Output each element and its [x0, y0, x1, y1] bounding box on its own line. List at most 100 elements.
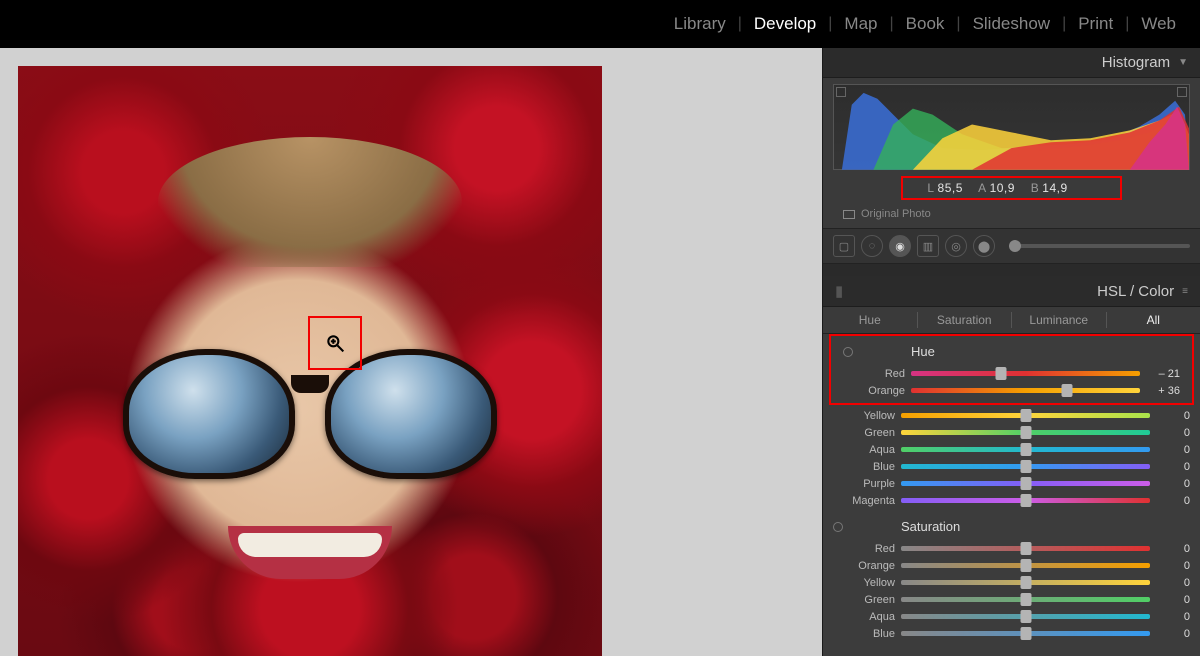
- hue-slider-aqua[interactable]: Aqua 0: [833, 441, 1190, 458]
- slider-track[interactable]: [901, 597, 1150, 602]
- hsl-collapse-icon[interactable]: ≡: [1182, 286, 1188, 297]
- histogram-display[interactable]: [833, 84, 1190, 170]
- slider-thumb[interactable]: [1020, 610, 1031, 623]
- image-canvas[interactable]: [0, 48, 822, 656]
- slider-track[interactable]: [901, 546, 1150, 551]
- slider-label: Red: [833, 543, 895, 555]
- slider-value: 36: [1146, 385, 1180, 397]
- hue-slider-blue[interactable]: Blue 0: [833, 458, 1190, 475]
- lab-readout: L85,5 A10,9 B14,9: [833, 172, 1190, 204]
- sat-slider-aqua[interactable]: Aqua 0: [833, 608, 1190, 625]
- slider-thumb[interactable]: [1020, 443, 1031, 456]
- slider-track[interactable]: [901, 430, 1150, 435]
- collapse-icon[interactable]: ▼: [1178, 57, 1188, 68]
- tab-book[interactable]: Book: [898, 14, 953, 34]
- slider-track[interactable]: [911, 371, 1140, 376]
- compare-icon: [843, 210, 855, 219]
- slider-label: Yellow: [833, 577, 895, 589]
- slider-track[interactable]: [901, 563, 1150, 568]
- subtab-luminance[interactable]: Luminance: [1012, 307, 1106, 333]
- slider-track[interactable]: [901, 481, 1150, 486]
- slider-value: 0: [1156, 560, 1190, 572]
- slider-value: 0: [1156, 444, 1190, 456]
- slider-thumb[interactable]: [1061, 384, 1072, 397]
- slider-thumb[interactable]: [1020, 409, 1031, 422]
- slider-value: 0: [1156, 611, 1190, 623]
- tab-develop[interactable]: Develop: [746, 14, 824, 34]
- slider-track[interactable]: [901, 464, 1150, 469]
- radial-tool[interactable]: ◎: [945, 235, 967, 257]
- slider-thumb[interactable]: [996, 367, 1007, 380]
- slider-label: Orange: [833, 560, 895, 572]
- hue-highlight-box: Hue Red 21 Orange 36: [829, 334, 1194, 405]
- slider-label: Green: [833, 427, 895, 439]
- slider-track[interactable]: [901, 614, 1150, 619]
- redeye-tool[interactable]: ◉: [889, 235, 911, 257]
- module-tabs: Library| Develop| Map| Book| Slideshow| …: [0, 0, 1200, 48]
- tab-web[interactable]: Web: [1133, 14, 1184, 34]
- slider-value: 0: [1156, 543, 1190, 555]
- slider-label: Purple: [833, 478, 895, 490]
- tab-print[interactable]: Print: [1070, 14, 1121, 34]
- hue-slider-purple[interactable]: Purple 0: [833, 475, 1190, 492]
- slider-track[interactable]: [901, 413, 1150, 418]
- sat-slider-red[interactable]: Red 0: [833, 540, 1190, 557]
- tool-amount-slider[interactable]: [1009, 244, 1190, 248]
- subtab-hue[interactable]: Hue: [823, 307, 917, 333]
- slider-thumb[interactable]: [1020, 426, 1031, 439]
- subtab-all[interactable]: All: [1107, 307, 1200, 333]
- slider-track[interactable]: [901, 631, 1150, 636]
- slider-value: 0: [1156, 427, 1190, 439]
- targeted-adjust-sat[interactable]: [833, 522, 843, 532]
- tab-map[interactable]: Map: [836, 14, 885, 34]
- slider-label: Blue: [833, 461, 895, 473]
- zoom-cursor-highlight: [308, 316, 362, 370]
- slider-value: 0: [1156, 495, 1190, 507]
- slider-track[interactable]: [901, 580, 1150, 585]
- grad-tool[interactable]: ▥: [917, 235, 939, 257]
- targeted-adjust-hue[interactable]: [843, 347, 853, 357]
- histogram-header[interactable]: Histogram ▼: [823, 48, 1200, 78]
- hsl-subtabs: Hue Saturation Luminance All: [823, 307, 1200, 334]
- slider-label: Red: [843, 368, 905, 380]
- original-photo-label: Original Photo: [861, 208, 931, 220]
- brush-tool[interactable]: ⬤: [973, 235, 995, 257]
- slider-thumb[interactable]: [1020, 593, 1031, 606]
- hue-slider-green[interactable]: Green 0: [833, 424, 1190, 441]
- spot-tool[interactable]: ◌: [861, 235, 883, 257]
- hue-group-title: Hue: [911, 344, 935, 359]
- slider-value: 0: [1156, 478, 1190, 490]
- sat-group-title: Saturation: [901, 519, 960, 534]
- sat-slider-yellow[interactable]: Yellow 0: [833, 574, 1190, 591]
- tab-library[interactable]: Library: [666, 14, 734, 34]
- slider-thumb[interactable]: [1020, 627, 1031, 640]
- slider-track[interactable]: [901, 447, 1150, 452]
- slider-label: Blue: [833, 628, 895, 640]
- slider-thumb[interactable]: [1020, 542, 1031, 555]
- slider-track[interactable]: [901, 498, 1150, 503]
- hue-slider-yellow[interactable]: Yellow 0: [833, 407, 1190, 424]
- sat-slider-green[interactable]: Green 0: [833, 591, 1190, 608]
- slider-value: 0: [1156, 461, 1190, 473]
- develop-right-panel: Histogram ▼ L85,5 A10,9 B14,9: [822, 48, 1200, 656]
- slider-thumb[interactable]: [1020, 477, 1031, 490]
- hue-slider-orange[interactable]: Orange 36: [843, 382, 1180, 399]
- hue-slider-red[interactable]: Red 21: [843, 365, 1180, 382]
- slider-thumb[interactable]: [1020, 576, 1031, 589]
- tab-slideshow[interactable]: Slideshow: [965, 14, 1059, 34]
- subtab-saturation[interactable]: Saturation: [918, 307, 1012, 333]
- slider-track[interactable]: [911, 388, 1140, 393]
- crop-tool[interactable]: ▢: [833, 235, 855, 257]
- slider-value: 21: [1146, 368, 1180, 380]
- hsl-header[interactable]: ▮ HSL / Color ≡: [823, 276, 1200, 307]
- slider-thumb[interactable]: [1020, 559, 1031, 572]
- slider-value: 0: [1156, 594, 1190, 606]
- hsl-title: HSL / Color: [1097, 283, 1174, 300]
- sat-slider-orange[interactable]: Orange 0: [833, 557, 1190, 574]
- slider-label: Yellow: [833, 410, 895, 422]
- sat-slider-blue[interactable]: Blue 0: [833, 625, 1190, 642]
- slider-thumb[interactable]: [1020, 460, 1031, 473]
- slider-thumb[interactable]: [1020, 494, 1031, 507]
- original-photo-toggle[interactable]: Original Photo: [833, 204, 1190, 224]
- hue-slider-magenta[interactable]: Magenta 0: [833, 492, 1190, 509]
